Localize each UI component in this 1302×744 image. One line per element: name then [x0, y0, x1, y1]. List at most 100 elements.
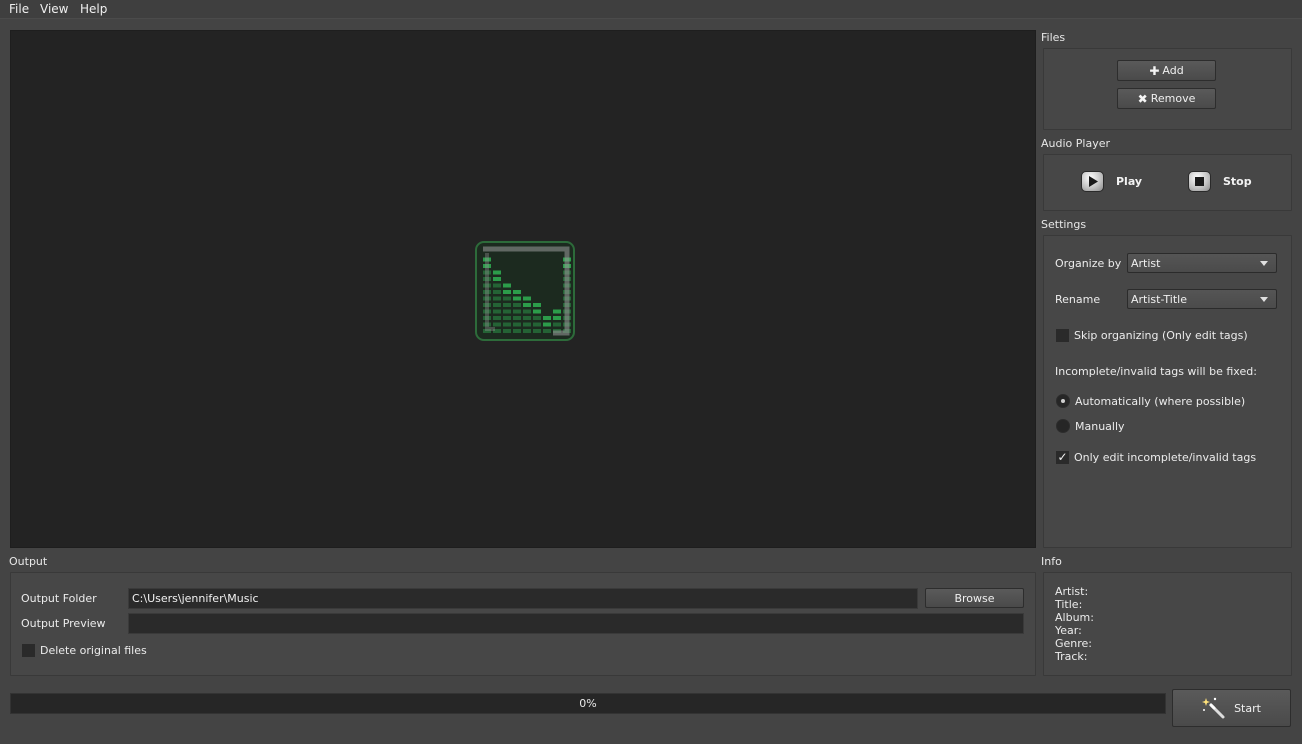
stop-button[interactable]: Stop [1188, 171, 1252, 192]
equalizer-segment [533, 303, 541, 307]
equalizer-segment [543, 329, 551, 333]
equalizer-segment [503, 290, 511, 294]
menu-bar: File View Help [0, 0, 1302, 19]
skip-organizing-checkbox[interactable] [1056, 329, 1069, 342]
equalizer-segment [533, 316, 541, 320]
organize-by-select[interactable]: Artist [1127, 253, 1277, 273]
manual-fix-radio[interactable] [1056, 419, 1070, 433]
files-section-title: Files [1041, 31, 1066, 44]
equalizer-segment [503, 309, 511, 314]
equalizer-segment [493, 322, 501, 327]
browse-button[interactable]: Browse [925, 588, 1024, 608]
output-preview-label: Output Preview [21, 617, 106, 630]
info-year: Year: [1055, 624, 1082, 637]
menu-help[interactable]: Help [80, 2, 107, 16]
equalizer-segment [523, 316, 531, 320]
rename-value: Artist-Title [1131, 293, 1187, 306]
equalizer-segment [493, 303, 501, 307]
equalizer-segment [533, 322, 541, 327]
only-edit-incomplete-checkbox[interactable]: ✓ [1056, 451, 1069, 464]
menu-file[interactable]: File [9, 2, 29, 16]
play-button[interactable]: Play [1081, 171, 1142, 192]
add-button-label: Add [1162, 64, 1184, 77]
radio-selected-dot [1061, 399, 1065, 403]
menu-view[interactable]: View [40, 2, 68, 16]
equalizer-segment [513, 322, 521, 327]
info-title: Title: [1055, 598, 1083, 611]
delete-original-label: Delete original files [40, 644, 147, 657]
equalizer-segment [493, 283, 501, 288]
settings-group [1043, 235, 1292, 548]
equalizer-segment [523, 309, 531, 314]
equalizer-segment [523, 329, 531, 333]
auto-fix-radio[interactable] [1056, 394, 1070, 408]
x-icon: ✖ [1137, 91, 1148, 106]
info-album: Album: [1055, 611, 1094, 624]
equalizer-segment [523, 303, 531, 307]
equalizer-segment [533, 329, 541, 333]
equalizer-segment [503, 296, 511, 301]
equalizer-segment [533, 309, 541, 314]
only-edit-incomplete-label: Only edit incomplete/invalid tags [1074, 451, 1257, 464]
progress-text: 0% [579, 697, 597, 710]
equalizer-segment [513, 296, 521, 301]
equalizer-segment [503, 329, 511, 333]
play-icon [1081, 171, 1104, 192]
plus-icon: ✚ [1149, 63, 1160, 78]
remove-button[interactable]: ✖ Remove [1117, 88, 1216, 109]
equalizer-segment [513, 309, 521, 314]
equalizer-segment [493, 309, 501, 314]
equalizer-segment [493, 270, 501, 275]
info-genre: Genre: [1055, 637, 1093, 650]
equalizer-segment [553, 322, 561, 327]
info-section-title: Info [1041, 555, 1062, 568]
equalizer-segment [503, 316, 511, 320]
output-section-title: Output [9, 555, 48, 568]
remove-button-label: Remove [1150, 92, 1196, 105]
output-preview-field [128, 613, 1024, 634]
equalizer-segment [513, 316, 521, 320]
magic-wand-icon [1202, 697, 1225, 719]
equalizer-segment [503, 283, 511, 288]
equalizer-segment [523, 322, 531, 327]
rename-label: Rename [1055, 293, 1101, 306]
progress-bar: 0% [10, 693, 1166, 714]
info-track: Track: [1055, 650, 1088, 663]
output-folder-input[interactable]: C:\Users\jennifer\Music [128, 588, 918, 609]
equalizer-segment [503, 303, 511, 307]
equalizer-segment [493, 316, 501, 320]
auto-fix-label: Automatically (where possible) [1075, 395, 1246, 408]
organize-by-label: Organize by [1055, 257, 1122, 270]
fix-tags-heading: Incomplete/invalid tags will be fixed: [1055, 365, 1257, 378]
rename-select[interactable]: Artist-Title [1127, 289, 1277, 309]
equalizer-segment [493, 296, 501, 301]
equalizer-segment [493, 277, 501, 281]
equalizer-segment [513, 290, 521, 294]
skip-organizing-label: Skip organizing (Only edit tags) [1074, 329, 1248, 342]
settings-section-title: Settings [1041, 218, 1087, 231]
output-folder-label: Output Folder [21, 592, 97, 605]
equalizer-segment [503, 322, 511, 327]
chevron-down-icon [1260, 297, 1268, 302]
equalizer-segment [553, 316, 561, 320]
add-button[interactable]: ✚ Add [1117, 60, 1216, 81]
browse-button-label: Browse [954, 591, 995, 605]
organize-by-value: Artist [1131, 257, 1161, 270]
start-button-label: Start [1234, 701, 1261, 715]
start-button[interactable]: Start [1172, 689, 1291, 727]
chevron-down-icon [1260, 261, 1268, 266]
manual-fix-label: Manually [1075, 420, 1125, 433]
equalizer-segment [513, 303, 521, 307]
delete-original-checkbox[interactable] [22, 644, 35, 657]
play-label: Play [1116, 175, 1143, 188]
equalizer-segment [523, 296, 531, 301]
equalizer-segment [493, 290, 501, 294]
equalizer-segment [513, 329, 521, 333]
equalizer-segment [553, 309, 561, 314]
file-list-view[interactable] [10, 30, 1036, 548]
stop-label: Stop [1223, 175, 1252, 188]
equalizer-segment [543, 316, 551, 320]
audio-player-section-title: Audio Player [1041, 137, 1110, 150]
info-artist: Artist: [1055, 585, 1089, 598]
stop-icon [1188, 171, 1211, 192]
